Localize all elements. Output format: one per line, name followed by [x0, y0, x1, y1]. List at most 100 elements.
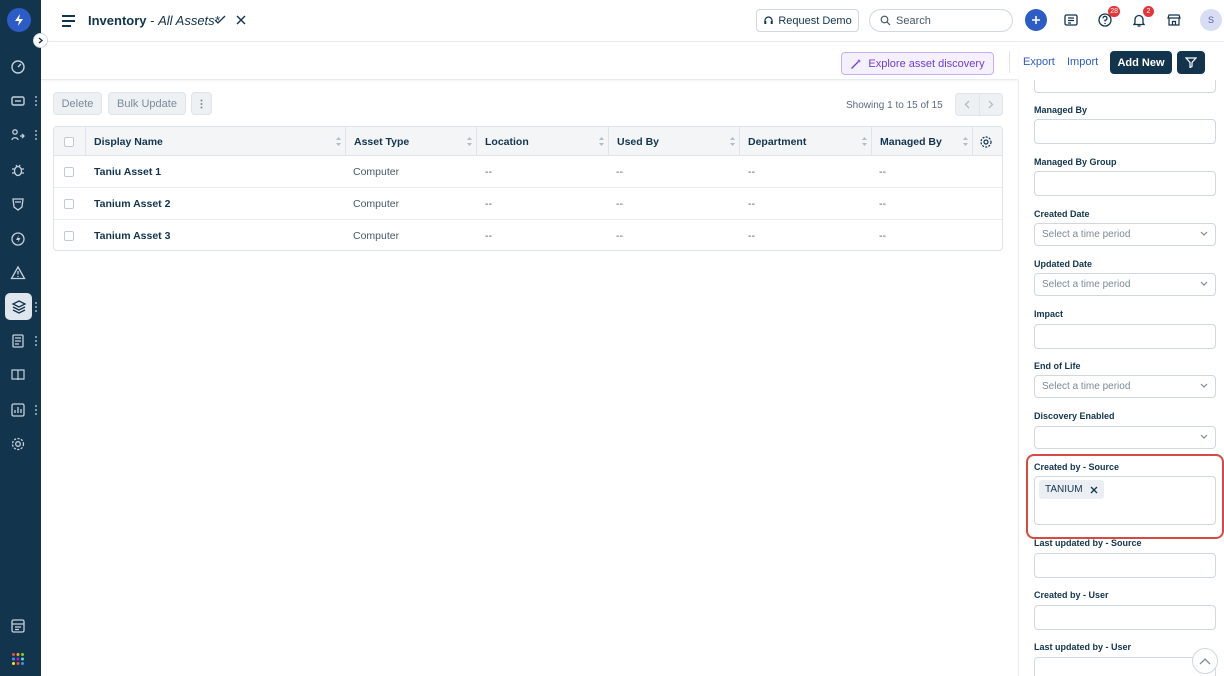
- asset-name[interactable]: Taniu Asset 1: [94, 156, 161, 188]
- filter-previous-field[interactable]: [1034, 80, 1216, 93]
- source-tag: TANIUM: [1039, 480, 1104, 499]
- close-view-icon[interactable]: [236, 12, 246, 30]
- request-demo-label: Request Demo: [778, 14, 852, 27]
- filter-label-end-of-life: End of Life: [1034, 361, 1081, 371]
- filter-created-by-source-input[interactable]: TANIUM: [1034, 476, 1216, 525]
- alerts-icon[interactable]: [8, 263, 28, 283]
- top-header: Inventory - All Assets* Request Demo Sea…: [41, 0, 1224, 42]
- admin-gear-icon[interactable]: [8, 434, 28, 454]
- prev-page-button[interactable]: [956, 94, 980, 115]
- remove-tag-close-icon[interactable]: [1090, 486, 1098, 494]
- row-checkbox-cell: [64, 156, 74, 188]
- request-demo-button[interactable]: Request Demo: [756, 9, 859, 32]
- filter-label-updated-date: Updated Date: [1034, 259, 1093, 269]
- reports-icon[interactable]: [8, 400, 28, 420]
- scroll-to-top-button[interactable]: [1192, 648, 1218, 674]
- table-row[interactable]: Tanium Asset 2 Computer -- -- -- --: [54, 188, 1002, 220]
- tickets-more-icon[interactable]: [35, 96, 38, 106]
- column-header[interactable]: Used By: [609, 127, 740, 156]
- app-logo-icon[interactable]: [7, 8, 31, 32]
- filter-updated-date-select[interactable]: Select a time period: [1034, 273, 1216, 296]
- column-settings-button[interactable]: [973, 127, 1002, 156]
- filter-managed-by-input[interactable]: [1034, 119, 1216, 144]
- asset-name[interactable]: Tanium Asset 2: [94, 188, 170, 220]
- user-avatar[interactable]: S: [1200, 9, 1222, 31]
- dashboard-icon[interactable]: [8, 57, 28, 77]
- marketplace-store-icon[interactable]: [1165, 11, 1183, 29]
- source-tag-label: TANIUM: [1045, 484, 1083, 495]
- automation-icon[interactable]: [8, 229, 28, 249]
- column-header[interactable]: Display Name: [86, 127, 346, 156]
- asset-location: --: [485, 166, 492, 178]
- table-row[interactable]: Tanium Asset 3 Computer -- -- -- --: [54, 220, 1002, 250]
- global-search-input[interactable]: Search: [869, 9, 1013, 32]
- announcements-icon[interactable]: [1062, 11, 1080, 29]
- more-actions-button[interactable]: [191, 92, 212, 115]
- page-title-separator: -: [146, 13, 159, 28]
- asset-type: Computer: [353, 198, 400, 210]
- filter-impact-input[interactable]: [1034, 324, 1216, 349]
- column-header[interactable]: Asset Type: [346, 127, 477, 156]
- column-header-label: Asset Type: [354, 135, 410, 148]
- changes-icon[interactable]: [8, 125, 28, 145]
- apps-grid-icon[interactable]: [8, 649, 28, 669]
- tickets-icon[interactable]: [8, 91, 28, 111]
- filter-discovery-enabled-select[interactable]: [1034, 426, 1216, 449]
- view-dropdown-check-icon[interactable]: [214, 12, 226, 30]
- filter-created-date-select[interactable]: Select a time period: [1034, 223, 1216, 246]
- filter-last-updated-by-user-input[interactable]: [1034, 657, 1216, 676]
- notifications-bell-icon[interactable]: 2: [1130, 6, 1154, 29]
- filter-label-last-updated-by-user: Last updated by - User: [1034, 642, 1132, 652]
- row-checkbox[interactable]: [64, 199, 74, 209]
- sort-icon: [730, 137, 735, 146]
- filter-managed-by-group-input[interactable]: [1034, 171, 1216, 196]
- table-row[interactable]: Taniu Asset 1 Computer -- -- -- --: [54, 156, 1002, 188]
- filter-toggle-button[interactable]: [1177, 51, 1205, 74]
- left-nav-rail: [0, 0, 48, 676]
- asset-location: --: [485, 198, 492, 210]
- export-link[interactable]: Export: [1023, 56, 1055, 68]
- workspace-icon[interactable]: [8, 616, 28, 636]
- releases-icon[interactable]: [8, 194, 28, 214]
- expand-nav-icon[interactable]: [33, 33, 48, 48]
- row-checkbox[interactable]: [64, 231, 74, 241]
- solutions-book-icon[interactable]: [8, 365, 28, 385]
- reports-more-icon[interactable]: [35, 405, 38, 415]
- column-header-label: Used By: [617, 135, 660, 148]
- wand-icon: [851, 58, 862, 69]
- chevron-up-icon: [1199, 658, 1211, 665]
- bulk-update-button[interactable]: Bulk Update: [108, 92, 186, 115]
- column-header[interactable]: Managed By: [872, 127, 973, 156]
- assets-layers-icon[interactable]: [5, 293, 32, 320]
- import-link[interactable]: Import: [1067, 56, 1098, 68]
- asset-used-by: --: [616, 166, 623, 178]
- asset-name[interactable]: Tanium Asset 3: [94, 220, 170, 250]
- problems-bug-icon[interactable]: [8, 160, 28, 180]
- filter-created-by-user-input[interactable]: [1034, 605, 1216, 630]
- select-all-checkbox[interactable]: [64, 136, 74, 147]
- explore-asset-discovery-button[interactable]: Explore asset discovery: [841, 52, 994, 75]
- filter-label-created-by-source: Created by - Source: [1034, 462, 1120, 472]
- filter-end-of-life-select[interactable]: Select a time period: [1034, 375, 1216, 398]
- filter-last-updated-by-source-input[interactable]: [1034, 553, 1216, 578]
- changes-more-icon[interactable]: [35, 130, 38, 140]
- view-name[interactable]: All Assets*: [158, 13, 220, 28]
- assets-table: Display Name Asset Type Location Used By…: [53, 126, 1003, 251]
- filter-icon: [1185, 57, 1197, 68]
- menu-hamburger-icon[interactable]: [62, 15, 75, 27]
- column-header-label: Managed By: [880, 135, 942, 148]
- help-icon[interactable]: 28: [1096, 6, 1120, 29]
- add-new-button[interactable]: Add New: [1110, 51, 1172, 74]
- next-page-button[interactable]: [980, 94, 1003, 115]
- column-header[interactable]: Location: [477, 127, 609, 156]
- delete-button[interactable]: Delete: [53, 92, 102, 115]
- filter-label-managed-by-group: Managed By Group: [1034, 157, 1117, 167]
- column-header[interactable]: Department: [740, 127, 872, 156]
- contracts-more-icon[interactable]: [35, 336, 38, 346]
- assets-more-icon[interactable]: [35, 302, 38, 312]
- pagination-summary: Showing 1 to 15 of 15: [846, 100, 943, 111]
- contracts-icon[interactable]: [8, 331, 28, 351]
- sort-icon: [599, 137, 604, 146]
- row-checkbox[interactable]: [64, 167, 74, 177]
- create-new-plus-button[interactable]: [1025, 9, 1047, 31]
